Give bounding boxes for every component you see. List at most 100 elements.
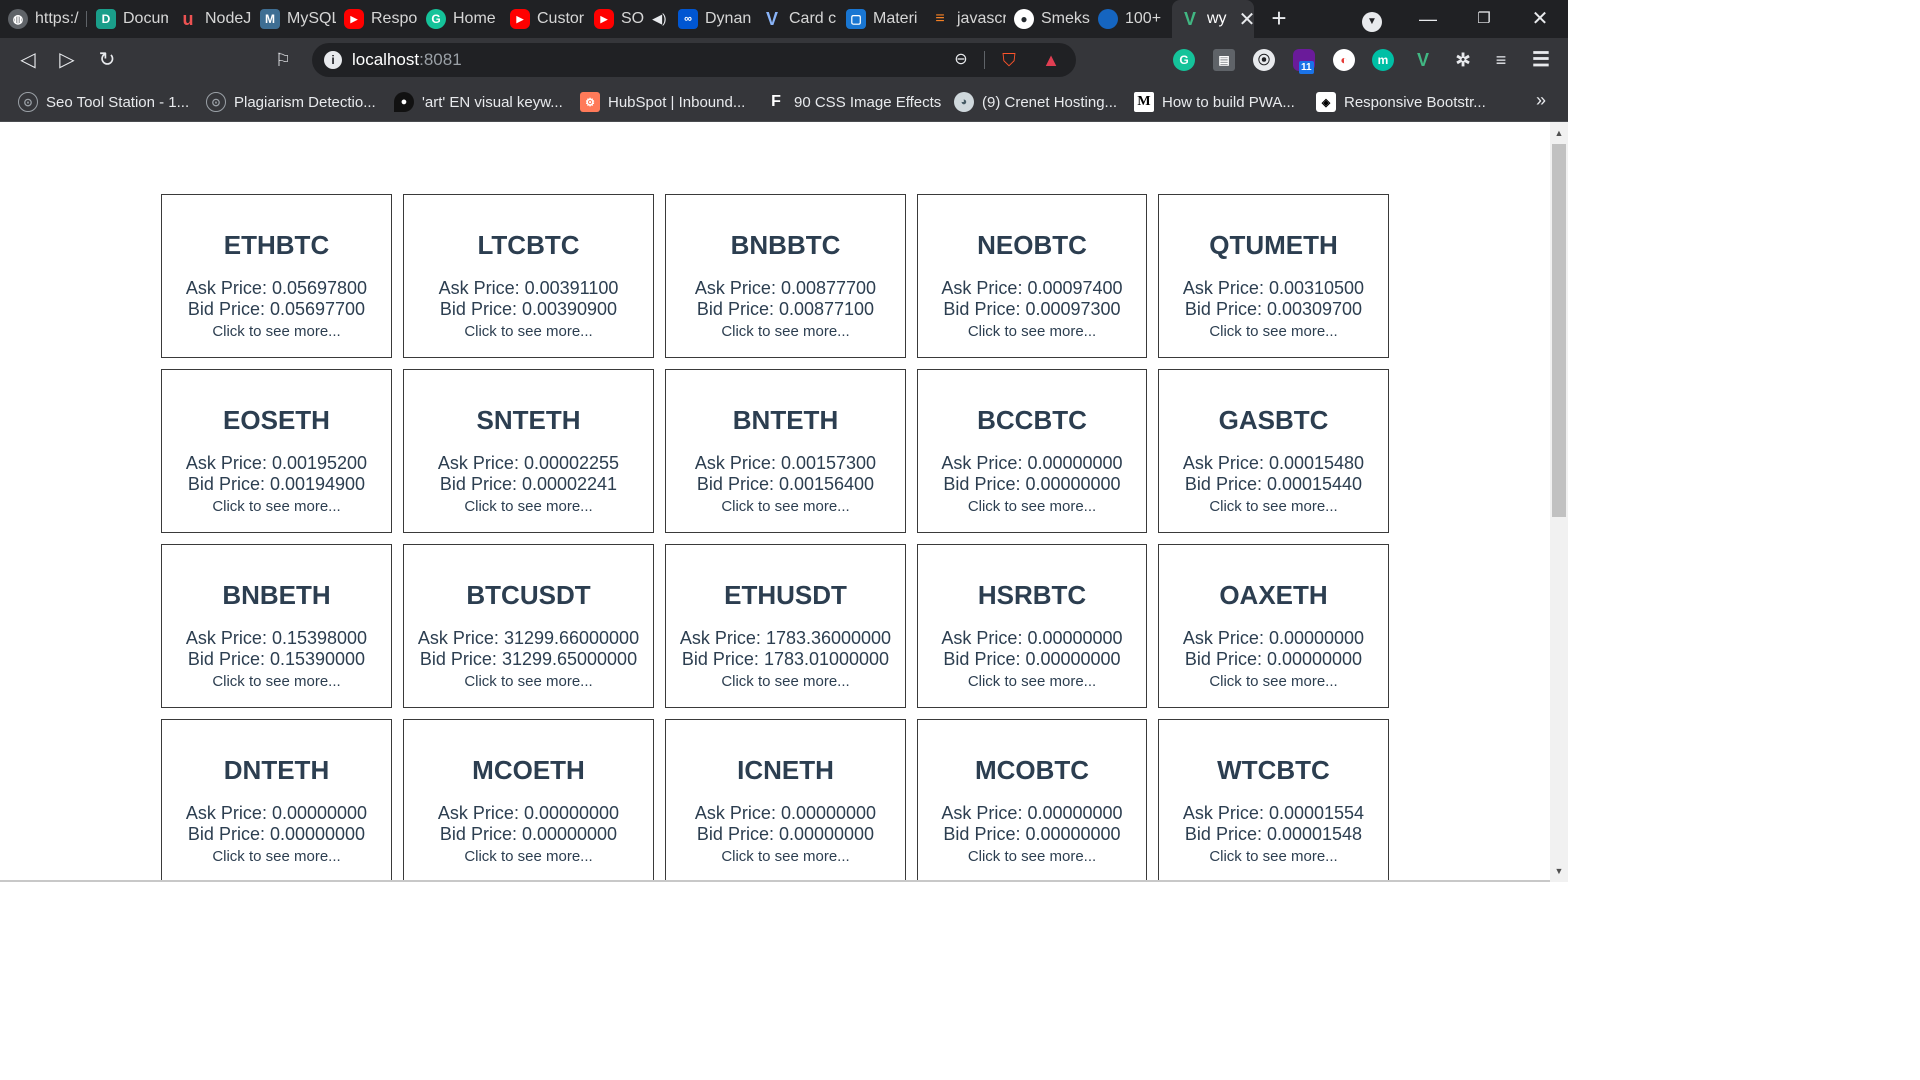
see-more-link[interactable]: Click to see more... [404, 497, 653, 517]
bookmark-item[interactable]: ◕ (9) Crenet Hosting... [954, 90, 1117, 114]
bookmark-item[interactable]: M How to build PWA... [1134, 90, 1295, 114]
ticker-card[interactable]: MCOETH Ask Price: 0.00000000 Bid Price: 0.… [403, 719, 654, 882]
new-tab-button[interactable]: + [1264, 4, 1294, 34]
info-icon[interactable]: i [324, 51, 342, 69]
restore-button[interactable]: ❐ [1456, 0, 1512, 38]
puzzle-icon[interactable]: ✲ [1452, 49, 1474, 71]
tab[interactable]: M MySQL [252, 0, 336, 38]
vertical-scrollbar[interactable]: ▲ ▼ [1550, 122, 1568, 882]
ticker-card[interactable]: BNBETH Ask Price: 0.15398000 Bid Price: 0.… [161, 544, 392, 708]
see-more-link[interactable]: Click to see more... [666, 497, 905, 517]
see-more-link[interactable]: Click to see more... [404, 847, 653, 867]
ticker-card[interactable]: BTCUSDT Ask Price: 31299.66000000 Bid Pric… [403, 544, 654, 708]
tab[interactable]: ∞ Dynan [670, 0, 754, 38]
menu-icon[interactable]: ☰ [1530, 49, 1552, 71]
see-more-link[interactable]: Click to see more... [162, 322, 391, 342]
minimize-button[interactable]: — [1400, 0, 1456, 38]
see-more-link[interactable]: Click to see more... [162, 497, 391, 517]
ticker-card[interactable]: WTCBTC Ask Price: 0.00001554 Bid Price: 0.… [1158, 719, 1389, 882]
see-more-link[interactable]: Click to see more... [1159, 672, 1388, 692]
bookmark-item[interactable]: ● 'art' EN visual keyw... [394, 90, 563, 114]
tab[interactable]: G Home [418, 0, 502, 38]
ticker-card[interactable]: QTUMETH Ask Price: 0.00310500 Bid Price: 0… [1158, 194, 1389, 358]
bookmark-item[interactable]: ⊙ Seo Tool Station - 1... [18, 90, 189, 114]
see-more-link[interactable]: Click to see more... [1159, 497, 1388, 517]
see-more-link[interactable]: Click to see more... [918, 322, 1146, 342]
extension-icon[interactable]: 11 [1293, 49, 1315, 74]
ticker-card[interactable]: ETHBTC Ask Price: 0.05697800 Bid Price: 0.… [161, 194, 392, 358]
window-close-button[interactable]: ✕ [1512, 0, 1568, 38]
tab[interactable]: D Docum [88, 0, 168, 38]
extension-icon[interactable]: ▤ [1213, 49, 1235, 71]
address-bar[interactable]: i localhost:8081 ⊖ ⛉ ▲ [312, 43, 1076, 77]
tab[interactable]: ▶ Custor [502, 0, 586, 38]
ticker-card[interactable]: EOSETH Ask Price: 0.00195200 Bid Price: 0.… [161, 369, 392, 533]
tab[interactable]: ≡ javascr [922, 0, 1006, 38]
colorpick-icon[interactable]: ◐ [1333, 49, 1355, 71]
ticker-card[interactable]: LTCBTC Ask Price: 0.00391100 Bid Price: 0.… [403, 194, 654, 358]
see-more-link[interactable]: Click to see more... [1159, 847, 1388, 867]
ticker-card[interactable]: SNTETH Ask Price: 0.00002255 Bid Price: 0.… [403, 369, 654, 533]
more-bookmarks-icon[interactable]: » [1536, 90, 1546, 111]
ask-price: Ask Price: 0.00000000 [918, 628, 1146, 649]
see-more-link[interactable]: Click to see more... [918, 672, 1146, 692]
tab-label: Dynan [705, 10, 752, 27]
see-more-link[interactable]: Click to see more... [162, 847, 391, 867]
bookmark-item[interactable]: ⊙ Plagiarism Detectio... [206, 90, 376, 114]
ticker-card[interactable]: BNBBTC Ask Price: 0.00877700 Bid Price: 0.… [665, 194, 906, 358]
see-more-link[interactable]: Click to see more... [404, 322, 653, 342]
grammarly-icon[interactable]: G [1173, 49, 1195, 71]
bookmarks-bar: ⊙ Seo Tool Station - 1... ⊙ Plagiarism D… [0, 82, 1568, 122]
vue-devtools-icon[interactable]: V [1412, 49, 1434, 71]
see-more-link[interactable]: Click to see more... [666, 847, 905, 867]
bookmark-icon[interactable]: ⚐ [269, 46, 297, 74]
see-more-link[interactable]: Click to see more... [1159, 322, 1388, 342]
scrollbar-thumb[interactable] [1552, 144, 1566, 517]
ask-price-label: Ask Price: [1182, 628, 1269, 648]
zoom-icon[interactable]: ⊖ [950, 49, 972, 71]
ticker-card[interactable]: ICNETH Ask Price: 0.00000000 Bid Price: 0.… [665, 719, 906, 882]
tab[interactable]: ▢ Materi [838, 0, 922, 38]
tab[interactable]: V Card c [754, 0, 838, 38]
ticker-card[interactable]: ETHUSDT Ask Price: 1783.36000000 Bid Price… [665, 544, 906, 708]
tab-search-button[interactable]: ▼ [1344, 0, 1400, 38]
ticker-card[interactable]: GASBTC Ask Price: 0.00015480 Bid Price: 0.… [1158, 369, 1389, 533]
forward-button[interactable]: ▷ [53, 46, 81, 74]
bookmark-item[interactable]: F 90 CSS Image Effects [766, 90, 941, 114]
bookmark-item[interactable]: ◈ Responsive Bootstr... [1316, 90, 1486, 114]
extension-icon[interactable]: m [1372, 49, 1394, 71]
close-icon[interactable]: ✕ [1239, 7, 1254, 32]
tab-active[interactable]: V wy ✕ [1172, 0, 1254, 38]
tab[interactable]: u NodeJ [170, 0, 252, 38]
see-more-link[interactable]: Click to see more... [404, 672, 653, 692]
bookmark-item[interactable]: ⚙ HubSpot | Inbound... [580, 90, 745, 114]
ticker-card[interactable]: BNTETH Ask Price: 0.00157300 Bid Price: 0.… [665, 369, 906, 533]
ticker-card[interactable]: MCOBTC Ask Price: 0.00000000 Bid Price: 0.… [917, 719, 1147, 882]
see-more-link[interactable]: Click to see more... [162, 672, 391, 692]
see-more-link[interactable]: Click to see more... [666, 322, 905, 342]
ticker-symbol: EOSETH [223, 405, 330, 435]
tab[interactable]: ▶ SO ◀) [586, 0, 670, 38]
brave-rewards-icon[interactable]: ▲ [1040, 49, 1062, 71]
reload-button[interactable]: ↻ [93, 46, 121, 74]
ticker-card[interactable]: BCCBTC Ask Price: 0.00000000 Bid Price: 0.… [917, 369, 1147, 533]
ticker-card[interactable]: NEOBTC Ask Price: 0.00097400 Bid Price: 0.… [917, 194, 1147, 358]
ticker-card[interactable]: OAXETH Ask Price: 0.00000000 Bid Price: 0.… [1158, 544, 1389, 708]
brave-shield-icon[interactable]: ⛉ [998, 49, 1020, 71]
scroll-up-icon[interactable]: ▲ [1550, 124, 1568, 142]
ask-price-value: 0.00015480 [1268, 453, 1365, 473]
ticker-card[interactable]: DNTETH Ask Price: 0.00000000 Bid Price: 0.… [161, 719, 392, 882]
tab[interactable]: 100+ [1090, 0, 1170, 38]
see-more-link[interactable]: Click to see more... [666, 672, 905, 692]
audio-playing-icon[interactable]: ◀) [652, 11, 666, 27]
ticker-card[interactable]: HSRBTC Ask Price: 0.00000000 Bid Price: 0.… [917, 544, 1147, 708]
see-more-link[interactable]: Click to see more... [918, 847, 1146, 867]
reading-list-icon[interactable]: ≡ [1490, 49, 1512, 71]
see-more-link[interactable]: Click to see more... [918, 497, 1146, 517]
tab[interactable]: ◍ https:/ [0, 0, 84, 38]
extension-icon[interactable]: ⦿ [1253, 49, 1275, 71]
tab[interactable]: ▶ Respo [336, 0, 418, 38]
scroll-down-icon[interactable]: ▼ [1550, 862, 1568, 880]
back-button[interactable]: ◁ [14, 46, 42, 74]
tab[interactable]: ● Smeks [1006, 0, 1090, 38]
